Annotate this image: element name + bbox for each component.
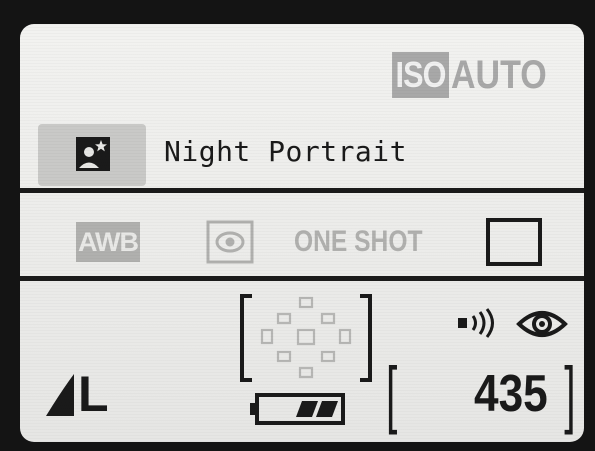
- single-shot-drive-icon[interactable]: [486, 218, 542, 266]
- shooting-mode-label: Night Portrait: [164, 135, 408, 168]
- eye-icon: [516, 311, 568, 337]
- af-operation-setting[interactable]: ONE SHOT: [294, 220, 422, 264]
- night-portrait-icon: [76, 137, 110, 171]
- battery-icon: [250, 393, 345, 425]
- shots-remaining: [ 435 ]: [386, 354, 576, 434]
- divider-top: [20, 188, 584, 193]
- bracket-right: ]: [564, 352, 576, 435]
- af-point-selection-icon[interactable]: [234, 290, 378, 386]
- bracket-left: [: [386, 352, 398, 435]
- large-quality-icon[interactable]: [42, 370, 76, 420]
- divider-bottom: [20, 276, 584, 281]
- iso-value: AUTO: [451, 53, 548, 97]
- iso-badge: ISO: [392, 52, 450, 98]
- white-balance-setting[interactable]: AWB: [76, 222, 140, 262]
- iso-setting[interactable]: ISO AUTO: [382, 52, 564, 98]
- lcd-screen: ISO AUTO Night Portrait AWB ONE SHOT L […: [20, 24, 584, 442]
- evaluative-metering-icon[interactable]: [206, 220, 254, 264]
- image-quality-label: L: [78, 366, 109, 422]
- shooting-mode-selector[interactable]: [38, 124, 146, 186]
- beep-icon: [458, 308, 494, 338]
- shots-remaining-value: 435: [474, 365, 548, 423]
